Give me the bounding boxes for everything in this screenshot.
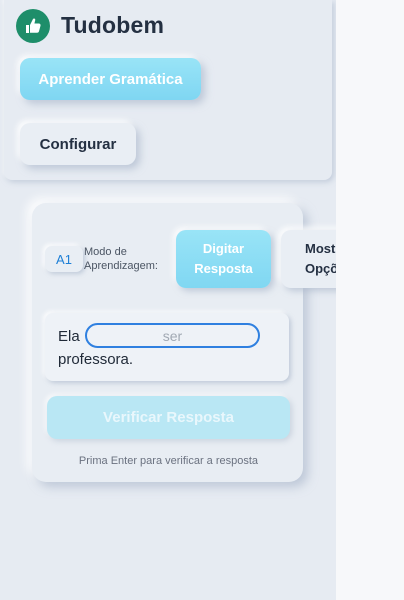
configure-button[interactable]: Configurar bbox=[20, 123, 136, 165]
enter-hint: Prima Enter para verificar a resposta bbox=[78, 455, 259, 467]
sentence-before: Ela bbox=[58, 328, 80, 345]
thumbs-up-icon bbox=[16, 9, 50, 43]
right-blank-area bbox=[336, 0, 404, 600]
verify-answer-button[interactable]: Verificar Resposta bbox=[47, 396, 290, 439]
type-answer-mode-button[interactable]: Digitar Resposta bbox=[176, 230, 271, 288]
learn-grammar-button[interactable]: Aprender Gramática bbox=[20, 58, 201, 100]
show-options-mode-button[interactable]: Mostrar Opções bbox=[281, 230, 336, 288]
app-area: Tudobem Aprender Gramática Configurar A1… bbox=[0, 0, 336, 600]
sidebar: Tudobem Aprender Gramática Configurar bbox=[4, 0, 332, 180]
mode-label: Modo de Aprendizagem: bbox=[84, 246, 158, 272]
answer-input[interactable] bbox=[85, 323, 260, 348]
level-badge: A1 bbox=[45, 246, 83, 272]
sentence-after: professora. bbox=[58, 351, 134, 368]
thumbs-up-icon-svg bbox=[26, 18, 41, 33]
app-title: Tudobem bbox=[61, 12, 165, 38]
sentence-box: Ela professora. bbox=[45, 313, 289, 381]
